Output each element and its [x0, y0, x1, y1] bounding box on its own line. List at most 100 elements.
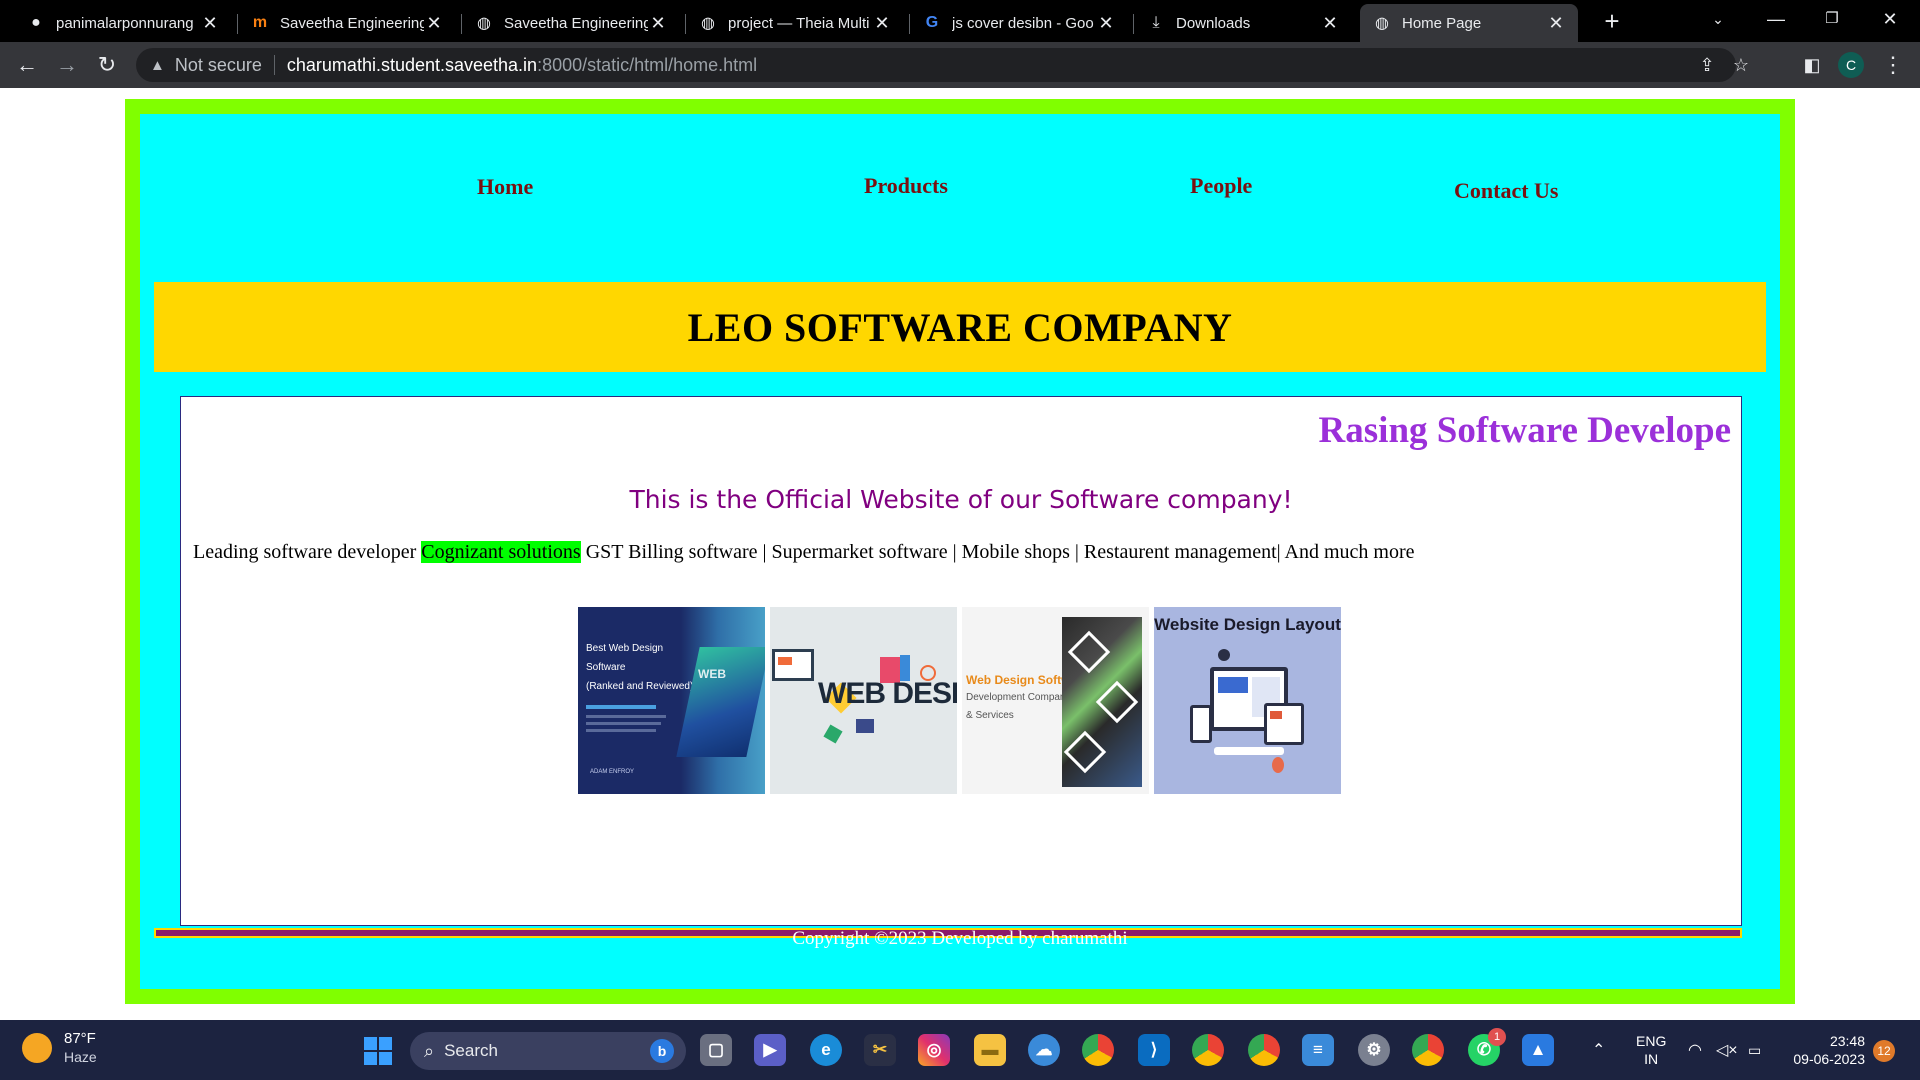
notification-badge[interactable]: 12	[1873, 1040, 1895, 1062]
image-caption: (Ranked and Reviewed)	[586, 681, 694, 692]
language-code: ENG	[1636, 1033, 1667, 1049]
page-container: Home Products People Contact Us LEO SOFT…	[140, 114, 1780, 989]
search-label: Search	[444, 1041, 498, 1060]
address-bar[interactable]: ▲ Not secure charumathi.student.saveetha…	[136, 48, 1749, 82]
download-icon: ⤓	[1152, 14, 1160, 31]
bookmark-star-icon[interactable]: ☆	[1726, 48, 1756, 82]
gallery-image-best-web-design: Best Web Design Software (Ranked and Rev…	[578, 607, 765, 794]
google-icon: G	[925, 14, 939, 31]
close-icon[interactable]: ✕	[200, 13, 220, 34]
tab-home-page[interactable]: ◍ Home Page ✕	[1360, 4, 1578, 42]
menu-kebab-icon[interactable]: ⋮	[1878, 50, 1908, 80]
tab-title: Saveetha Engineering	[504, 14, 648, 32]
wifi-icon[interactable]: ◠	[1688, 1020, 1702, 1080]
marquee-text: Rasing Software Develope	[1318, 410, 1731, 451]
close-icon[interactable]: ✕	[1096, 13, 1116, 34]
tab-search-chevron-icon[interactable]: ⌄	[1690, 0, 1746, 38]
url-path: :8000/static/html/home.html	[537, 54, 758, 75]
image-caption: Best Web Design	[586, 643, 664, 654]
restore-button[interactable]: ❐	[1804, 0, 1860, 38]
globe-icon: ◍	[477, 15, 491, 32]
gallery-image-web-design: WEB DESIGN	[770, 607, 957, 794]
services-intro: Leading software developer	[193, 541, 422, 563]
image-caption: WEB DESIGN	[818, 677, 957, 710]
reload-icon[interactable]: ↻	[92, 50, 122, 80]
close-icon[interactable]: ✕	[424, 13, 444, 34]
notepad-icon[interactable]: ≡	[1302, 1034, 1334, 1066]
browser-tab-strip: ● panimalarponnurang ✕ m Saveetha Engine…	[0, 0, 1920, 42]
url-host: charumathi.student.saveetha.in	[286, 54, 538, 75]
weather-haze-icon	[22, 1033, 52, 1063]
file-explorer-icon[interactable]: ▬	[974, 1034, 1006, 1066]
teams-icon[interactable]: ▶	[754, 1034, 786, 1066]
image-caption: Development Company	[966, 692, 1071, 703]
chrome-profile-c-icon[interactable]	[1192, 1034, 1224, 1066]
new-tab-button[interactable]: +	[1597, 6, 1627, 36]
vscode-icon[interactable]: ⟩	[1138, 1034, 1170, 1066]
forward-icon[interactable]: →	[52, 50, 82, 80]
tab-github[interactable]: ● panimalarponnurang ✕	[14, 4, 232, 42]
whatsapp-badge: 1	[1488, 1028, 1506, 1046]
windows-start-icon[interactable]	[364, 1037, 392, 1065]
nav-contact-us[interactable]: Contact Us	[1454, 178, 1559, 204]
moodle-icon: m	[252, 14, 268, 31]
page-title: LEO SOFTWARE COMPANY	[687, 304, 1233, 350]
close-icon[interactable]: ✕	[872, 13, 892, 34]
share-icon[interactable]: ⇪	[1692, 48, 1722, 82]
settings-gear-icon[interactable]: ⚙	[1358, 1034, 1390, 1066]
tab-saveetha-2[interactable]: ◍ Saveetha Engineering ✕	[462, 4, 680, 42]
tab-google[interactable]: G js cover desibn - Goo ✕	[910, 4, 1128, 42]
warning-icon: ▲	[150, 56, 165, 74]
image-caption: Software	[586, 662, 626, 673]
globe-icon: ◍	[701, 15, 715, 32]
image-caption: & Services	[966, 710, 1014, 721]
bing-icon[interactable]: b	[650, 1039, 674, 1063]
nav-products[interactable]: Products	[864, 173, 948, 199]
close-window-button[interactable]: ✕	[1862, 0, 1918, 38]
tab-theia[interactable]: ◍ project — Theia Multi ✕	[686, 4, 904, 42]
taskbar-search[interactable]: ⌕ Search b	[410, 1032, 686, 1070]
side-panel-icon[interactable]: ◧	[1797, 50, 1827, 80]
chrome-profile-c2-icon[interactable]	[1248, 1034, 1280, 1066]
services-list: GST Billing software | Supermarket softw…	[580, 541, 1415, 563]
tab-title: js cover desibn - Goo	[952, 14, 1094, 32]
language-indicator[interactable]: ENG IN	[1636, 1020, 1666, 1080]
tab-downloads[interactable]: ⤓ Downloads ✕	[1134, 4, 1352, 42]
image-caption: Website Design Layout	[1154, 615, 1341, 634]
battery-icon[interactable]: ▭	[1748, 1020, 1761, 1080]
avatar[interactable]: C	[1838, 52, 1864, 78]
task-view-icon[interactable]: ▢	[700, 1034, 732, 1066]
github-icon: ●	[31, 14, 41, 31]
snipping-tool-icon[interactable]: ✂	[864, 1034, 896, 1066]
highlighted-company: Cognizant solutions	[421, 541, 581, 563]
clock-time: 23:48	[1829, 1033, 1865, 1049]
region-code: IN	[1644, 1051, 1659, 1067]
clock-date: 09-06-2023	[1793, 1051, 1865, 1067]
chrome-profile-icon[interactable]	[1412, 1034, 1444, 1066]
back-icon[interactable]: ←	[12, 50, 42, 80]
minimize-button[interactable]: —	[1748, 0, 1804, 38]
tab-saveetha-1[interactable]: m Saveetha Engineering ✕	[238, 4, 456, 42]
instagram-icon[interactable]: ◎	[918, 1034, 950, 1066]
edge-icon[interactable]: e	[810, 1034, 842, 1066]
weather-description: Haze	[64, 1049, 97, 1065]
close-icon[interactable]: ✕	[648, 13, 668, 34]
chrome-icon[interactable]	[1082, 1034, 1114, 1066]
search-icon: ⌕	[424, 1040, 435, 1061]
show-hidden-icons-chevron-icon[interactable]: ⌃	[1592, 1020, 1605, 1080]
services-line: Leading software developer Cognizant sol…	[193, 541, 1415, 564]
nav-home[interactable]: Home	[477, 174, 533, 200]
page-viewport: Home Products People Contact Us LEO SOFT…	[0, 88, 1920, 1020]
footer-copyright: Copyright ©2023 Developed by charumathi	[792, 928, 1128, 949]
close-icon[interactable]: ✕	[1546, 13, 1566, 34]
weather-app-icon[interactable]: ☁	[1028, 1034, 1060, 1066]
nav-people[interactable]: People	[1190, 173, 1252, 199]
close-icon[interactable]: ✕	[1320, 13, 1340, 34]
photos-icon[interactable]: ▲	[1522, 1034, 1554, 1066]
official-tagline: This is the Official Website of our Soft…	[629, 485, 1293, 514]
weather-widget[interactable]: 87°F Haze	[22, 1030, 97, 1066]
gallery-image-web-design-software: Web Design Software Development Company …	[962, 607, 1149, 794]
weather-temperature: 87°F	[64, 1030, 96, 1047]
system-clock[interactable]: 23:48 09-06-2023	[1785, 1032, 1865, 1068]
speaker-muted-icon[interactable]: ◁×	[1716, 1020, 1738, 1080]
